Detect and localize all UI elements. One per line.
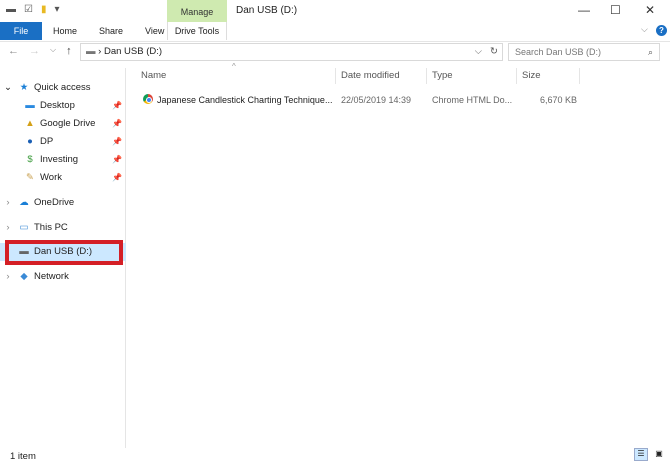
file-row[interactable]: Japanese Candlestick Charting Technique.… bbox=[136, 92, 586, 109]
tab-file[interactable]: File bbox=[0, 22, 42, 40]
search-input[interactable]: Search Dan USB (D:) ⌕ bbox=[508, 43, 660, 61]
pin-icon: 📌 bbox=[112, 119, 122, 128]
nav-quick-access[interactable]: ⌄ ★ Quick access bbox=[0, 79, 126, 97]
nav-label: OneDrive bbox=[34, 197, 75, 208]
recent-dropdown-icon[interactable]: ⌵ bbox=[50, 45, 56, 57]
pin-icon: 📌 bbox=[112, 173, 122, 182]
star-icon: ★ bbox=[19, 82, 29, 93]
large-icons-view-icon[interactable]: ▣ bbox=[652, 448, 666, 461]
help-icon[interactable]: ? bbox=[656, 25, 667, 36]
nav-dp[interactable]: ● DP 📌 bbox=[0, 133, 126, 151]
back-icon[interactable]: ← bbox=[8, 45, 19, 57]
up-icon[interactable]: ↑ bbox=[66, 45, 72, 57]
minimize-button[interactable]: — bbox=[578, 3, 590, 17]
window-title: Dan USB (D:) bbox=[236, 5, 298, 16]
nav-label: Desktop bbox=[40, 100, 75, 111]
desktop-icon: ▬ bbox=[25, 100, 35, 111]
forward-icon[interactable]: → bbox=[29, 45, 40, 57]
tab-drive-tools[interactable]: Drive Tools bbox=[167, 22, 227, 40]
nav-work[interactable]: ✎ Work 📌 bbox=[0, 169, 126, 187]
quick-access-toolbar: ▬ ☑ ▮ ▾ bbox=[6, 4, 60, 15]
file-type: Chrome HTML Do... bbox=[432, 95, 513, 105]
chevron-right-icon: › bbox=[6, 197, 10, 208]
properties-icon[interactable]: ☑ bbox=[24, 4, 33, 15]
file-size: 6,670 KB bbox=[540, 95, 578, 105]
file-date: 22/05/2019 14:39 bbox=[341, 95, 412, 105]
nav-investing[interactable]: $ Investing 📌 bbox=[0, 151, 126, 169]
breadcrumb[interactable]: Dan USB (D:) bbox=[104, 46, 162, 57]
chrome-html-icon bbox=[143, 94, 153, 104]
manage-context-tab[interactable]: Manage bbox=[167, 0, 227, 22]
chevron-down-icon: ⌄ bbox=[4, 82, 12, 93]
status-item-count: 1 item bbox=[10, 451, 36, 462]
pin-icon: 📌 bbox=[112, 155, 122, 164]
column-header-type[interactable]: Type bbox=[427, 68, 517, 84]
nav-label: Investing bbox=[40, 154, 79, 165]
expand-ribbon-icon[interactable]: ⌵ bbox=[641, 24, 648, 35]
search-icon: ⌕ bbox=[647, 47, 653, 57]
ribbon-tabs: File Home Share View bbox=[0, 22, 175, 40]
file-name: Japanese Candlestick Charting Technique.… bbox=[157, 95, 333, 105]
drive-icon[interactable]: ▬ bbox=[6, 4, 16, 15]
details-view-icon[interactable]: ☰ bbox=[634, 448, 648, 461]
nav-desktop[interactable]: ▬ Desktop 📌 bbox=[0, 97, 126, 115]
column-header-date[interactable]: Date modified bbox=[336, 68, 427, 84]
nav-label: Work bbox=[40, 172, 62, 183]
highlight-box bbox=[5, 240, 123, 265]
tab-home[interactable]: Home bbox=[42, 22, 88, 40]
chevron-right-icon: › bbox=[6, 222, 10, 233]
close-button[interactable]: ✕ bbox=[645, 3, 655, 17]
nav-label: DP bbox=[40, 136, 54, 147]
nav-google-drive[interactable]: ▲ Google Drive 📌 bbox=[0, 115, 126, 133]
cloud-icon: ☁ bbox=[19, 197, 29, 208]
maximize-button[interactable]: ☐ bbox=[610, 3, 621, 17]
new-folder-icon[interactable]: ▮ bbox=[41, 4, 47, 15]
dollar-icon: $ bbox=[27, 154, 33, 165]
tab-share[interactable]: Share bbox=[88, 22, 134, 40]
network-icon: ◆ bbox=[20, 271, 28, 282]
nav-label: Google Drive bbox=[40, 118, 96, 129]
nav-label: Network bbox=[34, 271, 69, 282]
nav-label: This PC bbox=[34, 222, 68, 233]
nav-this-pc[interactable]: › ▭ This PC bbox=[0, 219, 126, 237]
nav-network[interactable]: › ◆ Network bbox=[0, 268, 126, 286]
chevron-right-icon: › bbox=[6, 271, 10, 282]
refresh-icon[interactable]: ↻ bbox=[490, 44, 498, 60]
info-icon: ● bbox=[27, 136, 33, 147]
address-dropdown-icon[interactable]: ⌵ bbox=[475, 44, 482, 60]
address-bar[interactable]: ▬ › Dan USB (D:) ⌵ ↻ bbox=[80, 43, 503, 61]
computer-icon: ▭ bbox=[19, 222, 29, 233]
column-header-size[interactable]: Size bbox=[517, 68, 580, 84]
title-bar bbox=[0, 0, 670, 22]
customize-dropdown-icon[interactable]: ▾ bbox=[54, 4, 59, 15]
search-placeholder: Search Dan USB (D:) bbox=[515, 47, 602, 57]
navigation-buttons: ← → ⌵ ↑ bbox=[8, 45, 72, 57]
pin-icon: 📌 bbox=[112, 101, 122, 110]
nav-onedrive[interactable]: › ☁ OneDrive bbox=[0, 194, 126, 212]
drive-icon: ▬ bbox=[86, 46, 96, 57]
pin-icon: 📌 bbox=[112, 137, 122, 146]
google-drive-icon: ▲ bbox=[25, 118, 35, 129]
work-icon: ✎ bbox=[26, 172, 34, 183]
nav-label: Quick access bbox=[34, 82, 91, 93]
column-header-name[interactable]: Name bbox=[136, 68, 336, 84]
